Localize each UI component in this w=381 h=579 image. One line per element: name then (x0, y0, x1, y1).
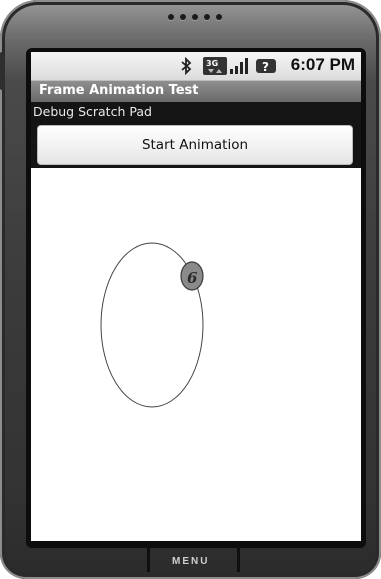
start-animation-button[interactable]: Start Animation (37, 125, 353, 165)
notification-alert-icon: ? (255, 56, 277, 76)
earpiece-speaker (168, 14, 222, 20)
phone-screen: 3G ? 6:07 PM Frame Animation Test Debug … (31, 52, 361, 541)
sprite-glyph: 6 (187, 269, 198, 287)
volume-key[interactable] (0, 52, 5, 90)
nav-divider-right (237, 548, 240, 572)
signal-strength-icon (229, 56, 249, 76)
animated-sprite-icon: 6 (180, 261, 204, 291)
svg-text:3G: 3G (206, 59, 218, 68)
3g-network-icon: 3G (201, 56, 229, 76)
bluetooth-icon (179, 56, 193, 76)
app-title-bar: Frame Animation Test (31, 81, 361, 102)
app-title: Frame Animation Test (39, 83, 199, 98)
debug-scratch-pad: Debug Scratch Pad (31, 102, 361, 122)
status-clock: 6:07 PM (290, 55, 355, 74)
animation-canvas: 6 (31, 168, 361, 541)
nav-divider-left (147, 548, 150, 572)
device-nav-bar: MENU (0, 548, 381, 579)
menu-button[interactable]: MENU (172, 556, 209, 567)
debug-label: Debug Scratch Pad (33, 104, 152, 119)
svg-text:?: ? (262, 60, 269, 74)
animation-drawing: 6 (100, 242, 204, 408)
status-bar: 3G ? 6:07 PM (31, 52, 361, 81)
